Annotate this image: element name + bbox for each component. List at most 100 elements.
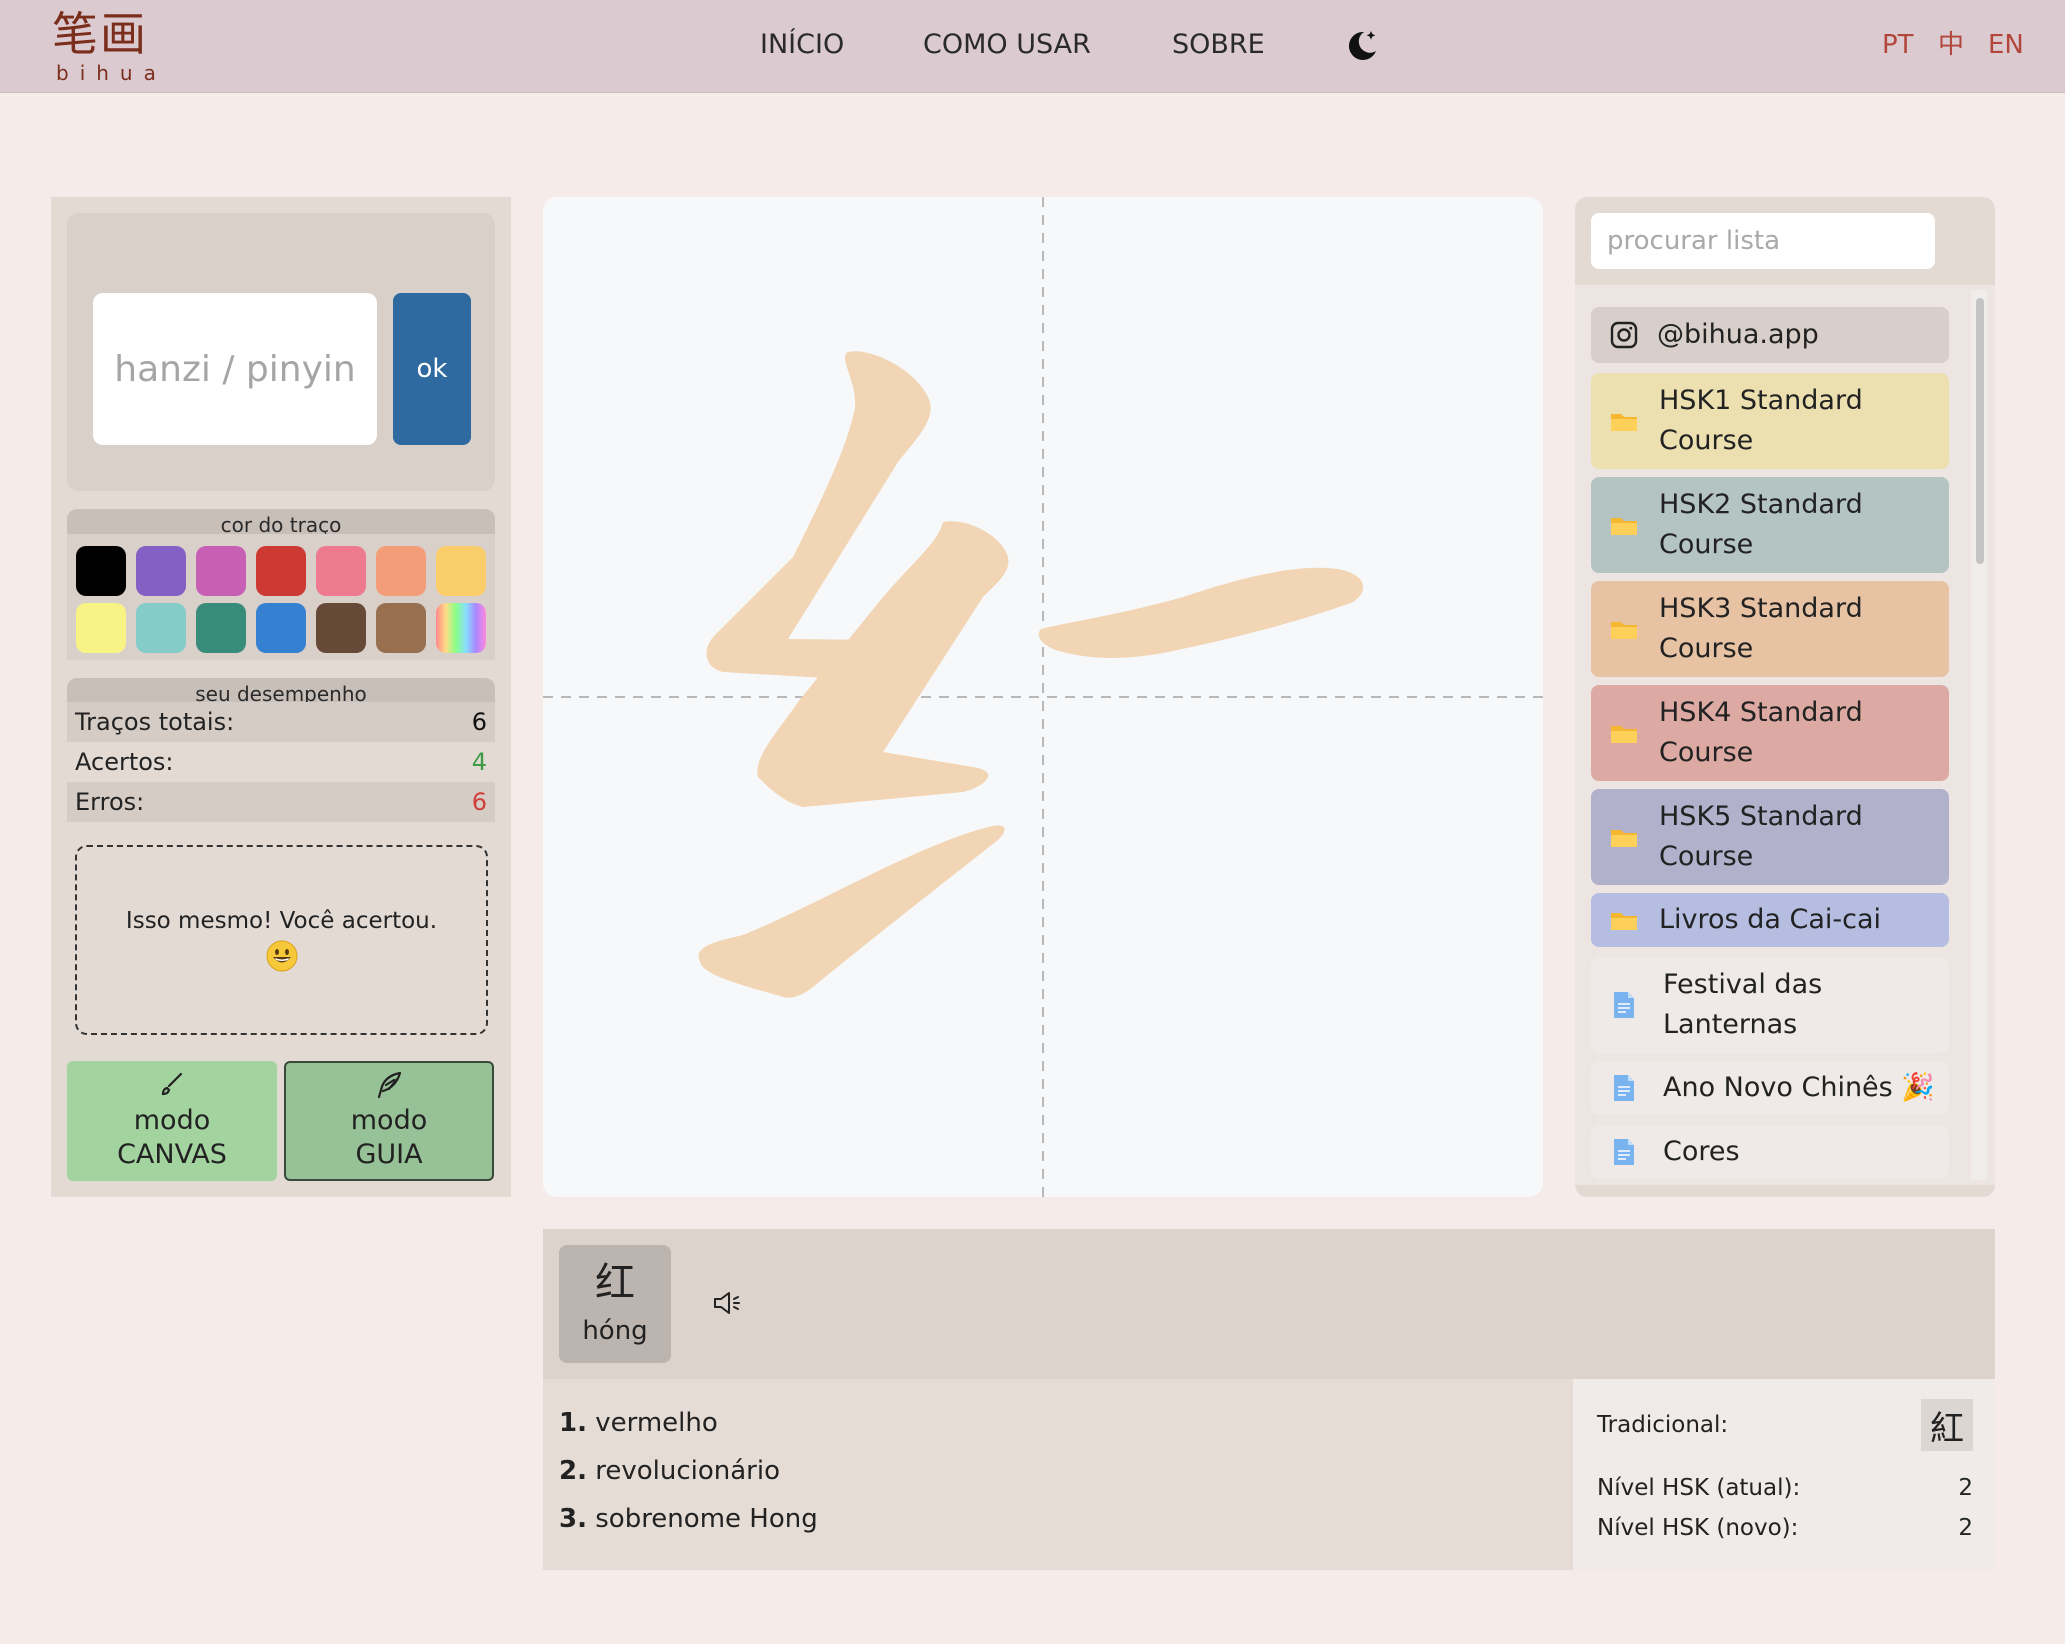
list-item-label: @bihua.app <box>1657 319 1819 350</box>
definition-text: vermelho <box>595 1408 718 1438</box>
definitions-list: 1. vermelho 2. revolucionário 3. sobreno… <box>559 1399 818 1543</box>
hsk-new-label: Nível HSK (novo): <box>1597 1515 1799 1541</box>
list-item-lanternas[interactable]: Festival das Lanternas <box>1591 957 1949 1053</box>
color-swatch-green[interactable] <box>196 603 246 653</box>
definition-item: 1. vermelho <box>559 1399 818 1447</box>
color-swatch-black[interactable] <box>76 546 126 596</box>
stat-label: Traços totais: <box>75 708 235 736</box>
left-panel: ok cor do traço seu desempenho Traços to… <box>51 197 511 1197</box>
list-item-hsk5[interactable]: HSK5 Standard Course <box>1591 789 1949 885</box>
stroke-3 <box>698 825 1005 998</box>
document-icon <box>1614 992 1634 1018</box>
smiley-emoji-icon <box>266 940 297 972</box>
list-item-label: HSK1 Standard Course <box>1659 385 1863 456</box>
instagram-icon <box>1610 321 1638 349</box>
nav-como-usar[interactable]: COMO USAR <box>923 25 1091 65</box>
hsk-new-row: Nível HSK (novo): 2 <box>1597 1515 1973 1541</box>
list-search-input[interactable] <box>1591 213 1935 269</box>
paintbrush-icon <box>161 1072 183 1096</box>
logo[interactable]: 笔画 bihua <box>52 6 157 84</box>
mode-canvas-button[interactable]: modo CANVAS <box>67 1061 277 1181</box>
list-item-label: HSK2 Standard Course <box>1659 489 1863 560</box>
folder-icon <box>1611 830 1637 847</box>
list-item-label: Festival das Lanternas <box>1663 969 1823 1040</box>
lang-zh[interactable]: 中 <box>1938 27 1964 63</box>
ok-button[interactable]: ok <box>393 293 471 445</box>
mode-guide-line1: modo <box>350 1105 428 1136</box>
hsk-current-value: 2 <box>1958 1475 1973 1501</box>
top-navbar: 笔画 bihua INÍCIO COMO USAR SOBRE PT 中 EN <box>0 0 2065 93</box>
lang-pt[interactable]: PT <box>1882 27 1914 63</box>
color-swatch-blue[interactable] <box>256 603 306 653</box>
list-item-label: Ano Novo Chinês 🎉 <box>1663 1072 1935 1103</box>
color-swatch-red[interactable] <box>256 546 306 596</box>
list-panel: @bihua.app HSK1 Standard Course HSK2 Sta… <box>1575 197 1995 1197</box>
feedback-message-box: Isso mesmo! Você acertou. <box>75 845 488 1035</box>
folder-icon <box>1611 518 1637 535</box>
list-item-hsk1[interactable]: HSK1 Standard Course <box>1591 373 1949 469</box>
search-character-box: ok <box>67 213 495 491</box>
list-item-instagram[interactable]: @bihua.app <box>1591 307 1949 363</box>
hanzi-pinyin-input[interactable] <box>93 293 377 445</box>
list-item-cores[interactable]: Cores <box>1591 1125 1949 1179</box>
folder-icon <box>1611 414 1637 431</box>
color-swatch-salmon[interactable] <box>376 546 426 596</box>
stat-total-strokes: Traços totais: 6 <box>67 702 495 742</box>
stat-value: 6 <box>471 708 487 736</box>
definition-item: 2. revolucionário <box>559 1447 818 1495</box>
folder-icon <box>1611 913 1637 930</box>
mode-guide-button[interactable]: modo GUIA <box>284 1061 494 1181</box>
stat-value: 6 <box>471 788 487 816</box>
stat-label: Acertos: <box>75 748 174 776</box>
lang-en[interactable]: EN <box>1988 27 2024 63</box>
logo-text: bihua <box>56 61 167 85</box>
color-swatch-brown[interactable] <box>376 603 426 653</box>
stat-value: 4 <box>471 748 487 776</box>
mode-canvas-line2: CANVAS <box>117 1139 227 1170</box>
color-swatch-rainbow[interactable] <box>436 603 486 653</box>
color-swatch-light-yellow[interactable] <box>76 603 126 653</box>
speaker-icon[interactable] <box>711 1287 743 1319</box>
nav-sobre[interactable]: SOBRE <box>1172 25 1265 65</box>
word-info-panel: 红 hóng 1. vermelho 2. revolucionário 3. … <box>543 1229 1995 1570</box>
folder-icon <box>1611 726 1637 743</box>
color-swatch-magenta[interactable] <box>196 546 246 596</box>
traditional-character[interactable]: 紅 <box>1921 1399 1973 1451</box>
mode-canvas-line1: modo <box>133 1105 211 1136</box>
dark-mode-moon-icon[interactable] <box>1340 24 1382 66</box>
list-item-hsk2[interactable]: HSK2 Standard Course <box>1591 477 1949 573</box>
color-swatch-teal[interactable] <box>136 603 186 653</box>
definition-number: 2. <box>559 1456 587 1486</box>
stat-correct: Acertos: 4 <box>67 742 495 782</box>
folder-icon <box>1611 622 1637 639</box>
canvas-drawing <box>543 197 1543 1197</box>
list-item-label: Cores <box>1663 1136 1740 1167</box>
logo-chinese: 笔画 <box>52 7 148 61</box>
nav-inicio[interactable]: INÍCIO <box>760 25 844 65</box>
color-swatch-yellow[interactable] <box>436 546 486 596</box>
list-item-label: Livros da Cai-cai <box>1659 904 1881 935</box>
character-metadata: Tradicional: 紅 Nível HSK (atual): 2 Níve… <box>1573 1379 1995 1570</box>
scrollbar-thumb[interactable] <box>1976 298 1984 564</box>
color-swatch-pink[interactable] <box>316 546 366 596</box>
character-card[interactable]: 红 hóng <box>559 1245 671 1363</box>
color-swatch-dark-brown[interactable] <box>316 603 366 653</box>
drawing-canvas[interactable] <box>543 197 1543 1197</box>
quill-pen-icon <box>377 1071 402 1099</box>
list-item-hsk4[interactable]: HSK4 Standard Course <box>1591 685 1949 781</box>
stroke-4 <box>1038 567 1364 658</box>
definition-text: sobrenome Hong <box>595 1504 818 1534</box>
list-scrollbar[interactable] <box>1971 290 1987 1180</box>
document-icon <box>1614 1139 1634 1165</box>
color-swatch-purple[interactable] <box>136 546 186 596</box>
word-header: 红 hóng <box>543 1229 1995 1379</box>
list-item-cai-cai[interactable]: Livros da Cai-cai <box>1591 893 1949 947</box>
list-item-hsk3[interactable]: HSK3 Standard Course <box>1591 581 1949 677</box>
definition-number: 1. <box>559 1408 587 1438</box>
traditional-row: Tradicional: 紅 <box>1597 1399 1973 1451</box>
list-item-label: HSK5 Standard Course <box>1659 801 1863 872</box>
mode-guide-line2: GUIA <box>355 1139 423 1170</box>
list-item-ano-novo[interactable]: Ano Novo Chinês 🎉 <box>1591 1061 1949 1115</box>
hsk-current-row: Nível HSK (atual): 2 <box>1597 1475 1973 1501</box>
definition-text: revolucionário <box>595 1456 781 1486</box>
